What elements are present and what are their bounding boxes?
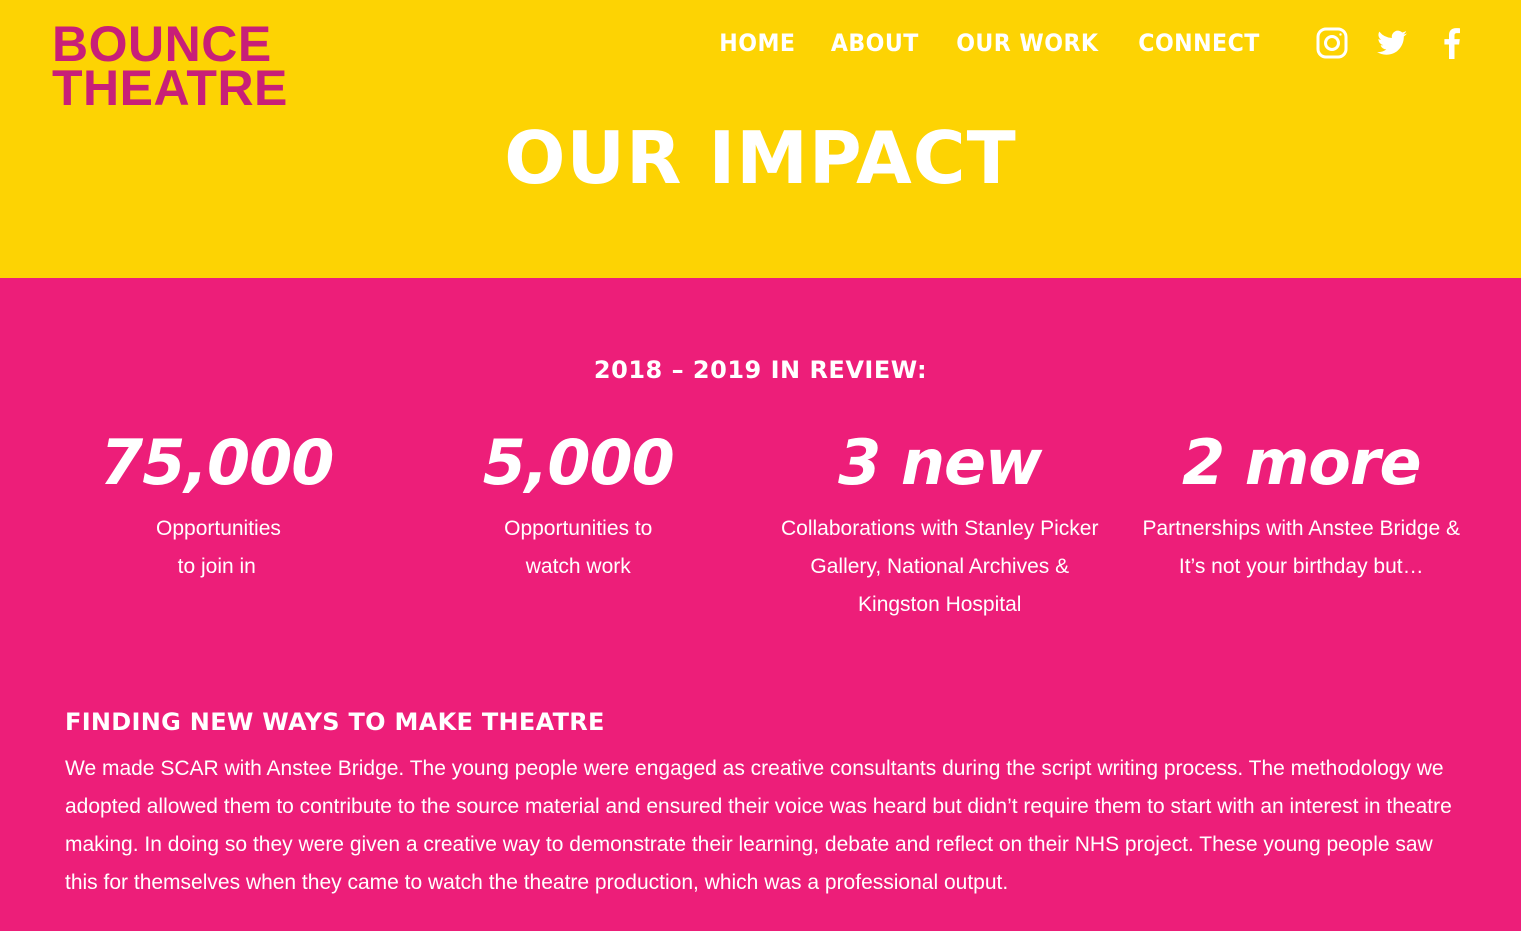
section-body: We made SCAR with Anstee Bridge. The you… (65, 757, 1452, 894)
nav-about[interactable]: ABOUT (830, 26, 918, 60)
main-nav: HOME ABOUT OUR WORK CONNECT (688, 26, 1469, 60)
stat-value: 2 more (1181, 426, 1422, 499)
stat-item: 5,000 Opportunities to watch work (398, 420, 760, 624)
stat-item: 3 new Collaborations with Stanley Picker… (759, 420, 1121, 624)
stat-description: Opportunities to watch work (504, 517, 653, 578)
stat-description: Collaborations with Stanley Picker Galle… (781, 517, 1099, 616)
instagram-icon[interactable] (1315, 26, 1349, 60)
twitter-icon[interactable] (1375, 26, 1409, 60)
page-title: OUR IMPACT (504, 116, 1017, 200)
site-header: BOUNCE THEATRE HOME ABOUT OUR WORK CONNE… (0, 0, 1521, 278)
nav-connect[interactable]: CONNECT (1138, 26, 1260, 60)
stat-description: Partnerships with Anstee Bridge & It’s n… (1142, 517, 1461, 578)
stat-item: 75,000 Opportunities to join in (36, 420, 398, 624)
stat-item: 2 more Partnerships with Anstee Bridge &… (1121, 420, 1483, 624)
stat-value: 5,000 (482, 426, 675, 499)
content-section: FINDING NEW WAYS TO MAKE THEATRE We made… (65, 708, 1465, 902)
site-logo[interactable]: BOUNCE THEATRE (52, 19, 292, 116)
stats-row: 75,000 Opportunities to join in 5,000 Op… (36, 420, 1482, 624)
stat-value: 75,000 (100, 426, 334, 499)
logo-line-2: THEATRE (52, 60, 288, 116)
nav-home[interactable]: HOME (719, 26, 795, 60)
stat-description: Opportunities to join in (156, 517, 281, 578)
section-heading: FINDING NEW WAYS TO MAKE THEATRE (65, 708, 605, 736)
facebook-icon[interactable] (1435, 26, 1469, 60)
stat-value: 3 new (838, 426, 1042, 499)
social-links (1289, 26, 1469, 60)
review-heading: 2018 – 2019 IN REVIEW: (593, 356, 928, 384)
nav-our-work[interactable]: OUR WORK (956, 26, 1098, 60)
